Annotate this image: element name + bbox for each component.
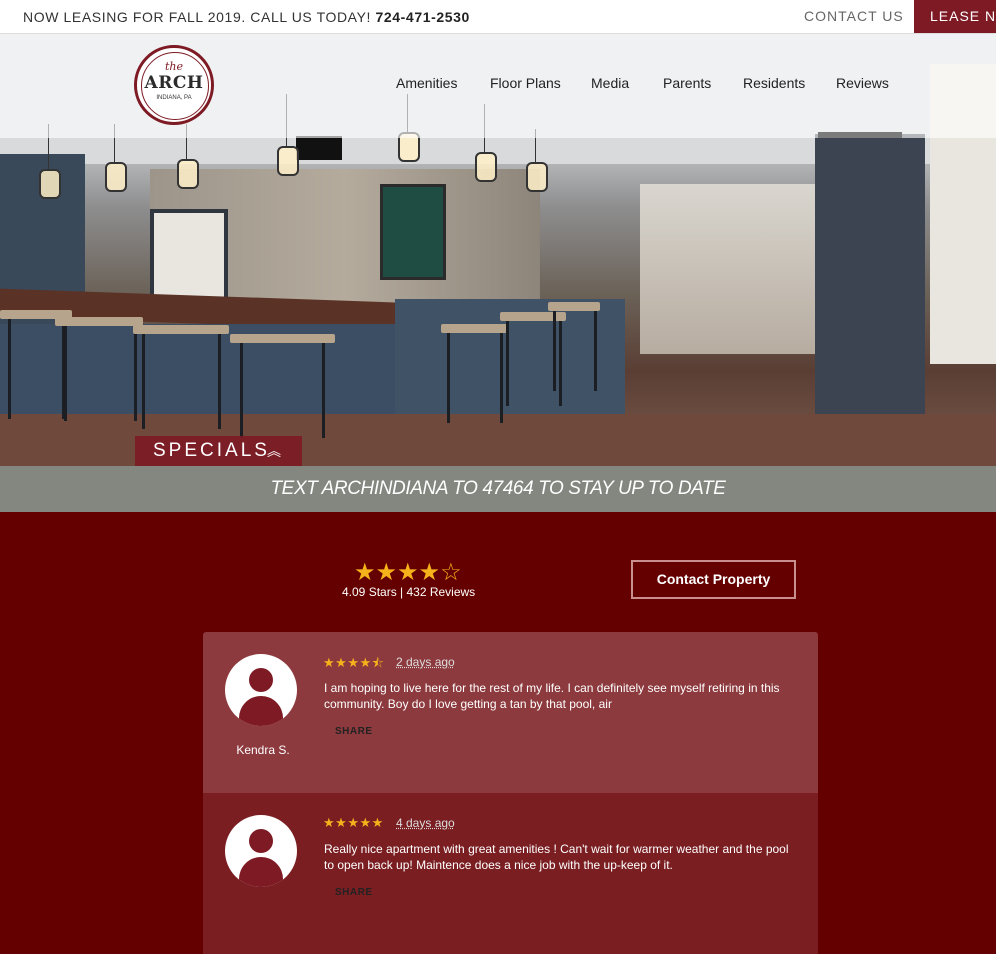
- star-icon: ★: [354, 559, 376, 586]
- bar-stool: [133, 325, 229, 334]
- pendant-lamp: [277, 146, 299, 176]
- double-chevron-up-icon: ︽: [267, 443, 281, 459]
- hero-door: [815, 134, 925, 454]
- contact-us-link[interactable]: CONTACT US: [804, 8, 904, 24]
- star-icon: ★: [347, 815, 360, 830]
- pendant-lamp: [526, 162, 548, 192]
- pendant-lamp: [177, 159, 199, 189]
- avatar: [225, 815, 297, 887]
- logo-the: the: [164, 60, 183, 73]
- stool-leg: [218, 334, 221, 429]
- stool-leg: [500, 333, 503, 423]
- bar-stool: [548, 302, 600, 311]
- nav-item-floor-plans[interactable]: Floor Plans: [490, 75, 561, 91]
- star-icon: ★: [397, 559, 419, 586]
- nav-item-residents[interactable]: Residents: [743, 75, 805, 91]
- stool-leg: [64, 326, 67, 421]
- review-card: ★★★★★ 4 days ago Really nice apartment w…: [203, 793, 818, 954]
- hero-lounge: [640, 184, 820, 354]
- star-icon: ★: [418, 559, 441, 586]
- star-icon: ★: [359, 815, 372, 830]
- stool-leg: [447, 333, 450, 423]
- logo-location: INDIANA, PA: [156, 95, 192, 101]
- hero-artwork: [380, 184, 446, 280]
- stool-leg: [594, 311, 597, 391]
- stool-leg: [553, 311, 556, 391]
- leasing-text: NOW LEASING FOR FALL 2019. CALL US TODAY…: [23, 9, 372, 25]
- stool-leg: [240, 343, 243, 438]
- arch-logo[interactable]: the ARCH INDIANA, PA: [134, 45, 214, 125]
- star-icon: ★: [335, 815, 348, 830]
- specials-label: SPECIALS: [153, 440, 270, 461]
- star-icon: ★: [323, 655, 336, 670]
- bar-stool: [55, 317, 143, 326]
- bar-stool: [500, 312, 566, 321]
- avatar-body: [239, 696, 283, 726]
- specials-tab[interactable]: SPECIALS ︽: [135, 436, 302, 466]
- nav-item-reviews[interactable]: Reviews: [836, 75, 889, 91]
- star-icon: ★: [359, 655, 372, 670]
- review-text: Really nice apartment with great ameniti…: [324, 842, 789, 872]
- star-icon: ★: [347, 655, 360, 670]
- logo-name: ARCH: [144, 73, 204, 93]
- reviewer-name: Kendra S.: [236, 743, 290, 757]
- star-icon: ★: [323, 815, 336, 830]
- stool-leg: [322, 343, 325, 438]
- bar-stool: [441, 324, 507, 333]
- review-date[interactable]: 2 days ago: [396, 655, 455, 669]
- phone-link[interactable]: 724-471-2530: [376, 9, 470, 25]
- review-card: Kendra S. ★★★★⯪ 2 days ago I am hoping t…: [203, 632, 818, 793]
- bar-stool: [230, 334, 335, 343]
- nav-item-media[interactable]: Media: [591, 75, 629, 91]
- stool-leg: [559, 321, 562, 406]
- nav-item-amenities[interactable]: Amenities: [396, 75, 457, 91]
- pendant-lamp: [105, 162, 127, 192]
- stool-leg: [142, 334, 145, 429]
- leasing-message: NOW LEASING FOR FALL 2019. CALL US TODAY…: [23, 9, 470, 25]
- star-empty-icon: ☆: [440, 559, 462, 586]
- avatar-head: [249, 668, 273, 692]
- rating-summary: 4.09 Stars | 432 Reviews: [342, 585, 476, 599]
- star-icon: ★: [371, 815, 384, 830]
- nav-item-parents[interactable]: Parents: [663, 75, 711, 91]
- star-half-icon: ⯪: [371, 655, 385, 670]
- share-button[interactable]: SHARE: [335, 887, 373, 898]
- pendant-lamp: [39, 169, 61, 199]
- reviews-list: Kendra S. ★★★★⯪ 2 days ago I am hoping t…: [203, 632, 818, 954]
- avatar-body: [239, 857, 283, 887]
- stool-leg: [134, 326, 137, 421]
- stool-leg: [8, 319, 11, 419]
- review-stars: ★★★★★: [323, 815, 384, 831]
- review-stars: ★★★★⯪: [323, 654, 384, 676]
- active-nav-indicator: [818, 132, 902, 138]
- hero-tv: [296, 136, 342, 160]
- pendant-lamp: [475, 152, 497, 182]
- text-signup-banner: TEXT ARCHINDIANA TO 47464 TO STAY UP TO …: [0, 466, 996, 512]
- share-button[interactable]: SHARE: [335, 726, 373, 737]
- avatar-head: [249, 829, 273, 853]
- review-date[interactable]: 4 days ago: [396, 816, 455, 830]
- avatar: [225, 654, 297, 726]
- review-text: I am hoping to live here for the rest of…: [324, 681, 780, 711]
- overall-rating-stars: ★★★★☆: [354, 558, 462, 587]
- star-icon: ★: [375, 559, 398, 586]
- contact-property-button[interactable]: Contact Property: [631, 560, 796, 599]
- stool-leg: [506, 321, 509, 406]
- lease-now-button[interactable]: LEASE NOW: [914, 0, 996, 33]
- star-icon: ★: [335, 655, 348, 670]
- announcement-bar: NOW LEASING FOR FALL 2019. CALL US TODAY…: [0, 0, 996, 34]
